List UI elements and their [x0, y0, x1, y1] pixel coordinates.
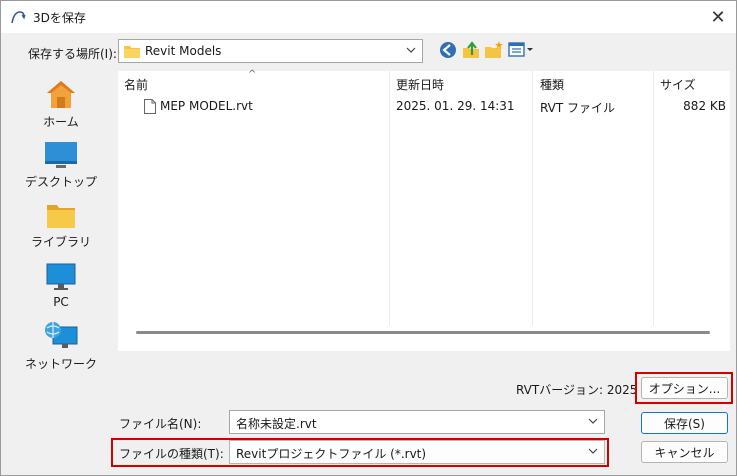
- cancel-button[interactable]: キャンセル: [641, 441, 728, 463]
- new-folder-icon[interactable]: [484, 40, 504, 60]
- filename-label: ファイル名(N):: [119, 417, 202, 431]
- column-header-modified[interactable]: 更新日時: [390, 71, 533, 95]
- chevron-down-icon[interactable]: [588, 416, 598, 426]
- close-button[interactable]: ✕: [706, 5, 730, 29]
- chevron-down-icon: [406, 47, 416, 53]
- filetype-value: Revitプロジェクトファイル (*.rvt): [236, 447, 427, 461]
- filename-value: 名称未設定.rvt: [236, 417, 317, 431]
- close-icon: ✕: [710, 6, 726, 28]
- network-icon: [45, 322, 78, 348]
- place-label: ネットワーク: [24, 357, 97, 371]
- filetype-dropdown[interactable]: Revitプロジェクトファイル (*.rvt): [229, 440, 605, 464]
- places-bar: ホーム デスクトップ ライブラリ PC ネットワーク: [11, 71, 111, 401]
- revit-app-icon: [11, 11, 26, 24]
- place-label: PC: [53, 295, 69, 309]
- file-size: 882 KB: [683, 99, 726, 113]
- desktop-icon: [45, 142, 77, 168]
- filetype-label: ファイルの種類(T):: [119, 447, 224, 461]
- view-menu-icon[interactable]: [508, 40, 536, 60]
- file-icon: [144, 99, 156, 114]
- place-label: ライブラリ: [30, 235, 91, 249]
- chevron-down-icon: [588, 448, 598, 454]
- options-button[interactable]: オプション...: [641, 377, 728, 399]
- window-title: 3Dを保存: [33, 11, 86, 25]
- place-pc[interactable]: PC: [11, 263, 111, 321]
- place-label: ホーム: [43, 115, 79, 129]
- file-row[interactable]: MEP MODEL.rvt 2025. 01. 29. 14:31 RVT ファ…: [118, 97, 730, 117]
- column-header-name[interactable]: 名前: [118, 71, 390, 95]
- file-list[interactable]: ^ 名前 更新日時 種類 サイズ MEP MODEL.rvt 2025. 01.…: [118, 69, 730, 351]
- rvt-version-text: RVTバージョン: 2025: [516, 383, 638, 397]
- file-type: RVT ファイル: [540, 101, 616, 115]
- place-home[interactable]: ホーム: [11, 79, 111, 137]
- location-dropdown[interactable]: Revit Models: [118, 39, 423, 63]
- place-label: デスクトップ: [24, 175, 97, 189]
- library-icon: [47, 205, 75, 228]
- title-bar: 3Dを保存 ✕: [1, 1, 736, 33]
- place-desktop[interactable]: デスクトップ: [11, 141, 111, 199]
- save-dialog: 3Dを保存 ✕ 保存する場所(I): Revit Models ホーム デスクト…: [0, 0, 737, 476]
- file-modified: 2025. 01. 29. 14:31: [396, 99, 515, 113]
- column-header-type[interactable]: 種類: [533, 71, 654, 95]
- horizontal-scrollbar[interactable]: [136, 331, 710, 334]
- place-library[interactable]: ライブラリ: [11, 203, 111, 261]
- column-header-size[interactable]: サイズ: [654, 71, 730, 95]
- file-name: MEP MODEL.rvt: [160, 99, 253, 113]
- place-network[interactable]: ネットワーク: [11, 321, 111, 379]
- location-label: 保存する場所(I):: [28, 47, 117, 61]
- location-value: Revit Models: [145, 44, 222, 58]
- up-folder-icon[interactable]: [461, 40, 481, 60]
- pc-icon: [46, 263, 76, 290]
- filename-field[interactable]: 名称未設定.rvt: [229, 410, 605, 434]
- back-icon[interactable]: [438, 40, 458, 60]
- home-icon: [47, 81, 75, 108]
- save-button[interactable]: 保存(S): [641, 412, 728, 434]
- folder-icon: [124, 46, 140, 58]
